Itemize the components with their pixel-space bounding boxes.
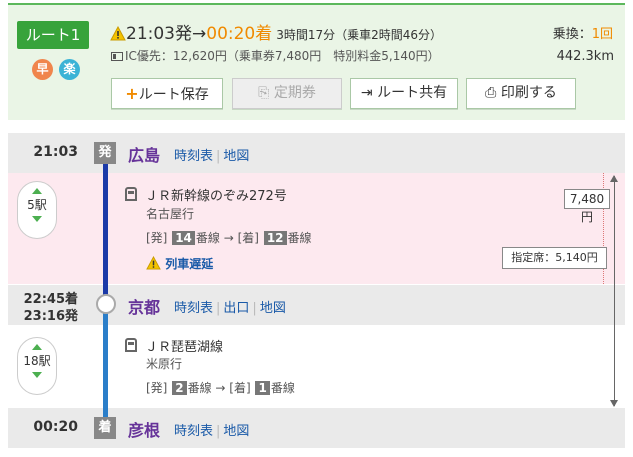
easy-icon: 楽 — [59, 59, 80, 80]
duration: 3時間17分（乗車2時間46分） — [276, 28, 443, 42]
map-link[interactable]: 地図 — [223, 149, 249, 164]
station-links: 時刻表 | 地図 — [174, 424, 250, 439]
destination: 名古屋行 — [146, 207, 195, 221]
train-icon — [125, 338, 137, 352]
station-name[interactable]: 彦根 — [128, 417, 160, 441]
map-link[interactable]: 地図 — [260, 301, 286, 316]
delay-notice[interactable]: 列車遅延 — [146, 255, 213, 272]
destination: 米原行 — [146, 357, 183, 371]
depart-time: 23:16発 — [23, 309, 78, 324]
fare-range-arrow — [610, 175, 618, 407]
chevron-down-icon — [32, 216, 42, 222]
platform-info: [発] 2 番線 → [着] 1 番線 — [146, 381, 295, 395]
arrive-mark: 着 — [94, 417, 116, 439]
stop-count-toggle[interactable]: 18駅 — [17, 337, 57, 395]
depart-mark: 発 — [94, 142, 116, 164]
distance: 442.3km — [556, 49, 614, 64]
warning-icon — [146, 255, 161, 271]
stop-count-toggle[interactable]: 5駅 — [17, 181, 57, 239]
ic-card-icon — [111, 52, 123, 61]
route-times: 21:03発→00:20着 3時間17分（乗車2時間46分） — [110, 19, 442, 46]
transfer-node — [96, 294, 116, 314]
route-summary: ルート1 早 楽 21:03発→00:20着 3時間17分（乗車2時間46分） I… — [8, 3, 625, 120]
share-icon: ⇥ — [360, 85, 378, 101]
share-route-button[interactable]: ⇥ ルート共有 — [350, 78, 458, 109]
segment-local — [8, 323, 625, 407]
print-button[interactable]: ⎙ 印刷する — [466, 78, 576, 109]
ticket-price: 7,480円 — [564, 189, 610, 224]
line-name: ＪＲ琵琶湖線 — [145, 340, 224, 355]
map-link[interactable]: 地図 — [223, 424, 249, 439]
station-links: 時刻表 | 出口 | 地図 — [174, 301, 286, 316]
station-name[interactable]: 京都 — [128, 294, 160, 318]
local-line — [103, 312, 108, 417]
timetable-link[interactable]: 時刻表 — [174, 149, 213, 164]
fare-info: IC優先：12,620円（乗車券7,480円 特別料金5,140円） — [111, 47, 440, 64]
exit-link[interactable]: 出口 — [223, 301, 249, 316]
save-route-button[interactable]: +ルート保存 — [111, 78, 223, 109]
station-row-hiroshima: 21:03 発 広島 時刻表 | 地図 — [8, 133, 625, 173]
plus-icon: + — [125, 84, 139, 103]
fare-text: IC優先：12,620円（乗車券7,480円 特別料金5,140円） — [125, 49, 440, 63]
arrive-time: 00:20着 — [206, 24, 273, 44]
timetable-link[interactable]: 時刻表 — [174, 424, 213, 439]
timetable-link[interactable]: 時刻表 — [174, 301, 213, 316]
station-links: 時刻表 | 地図 — [174, 149, 250, 164]
stop-count: 5駅 — [27, 198, 47, 212]
chevron-down-icon — [32, 372, 42, 378]
route-label[interactable]: ルート1 — [17, 21, 89, 49]
station-name[interactable]: 広島 — [128, 142, 160, 166]
commuter-pass-button[interactable]: ⎘ 定期券 — [232, 78, 342, 109]
fast-icon: 早 — [32, 59, 53, 80]
warning-icon — [110, 25, 126, 46]
printer-icon: ⎙ — [485, 85, 501, 101]
arrive-time: 00:20 — [33, 419, 78, 435]
depart-time: 21:03発 — [126, 24, 192, 44]
transfer-info: 乗換：1回 — [553, 23, 613, 42]
arrow-icon: → — [192, 24, 207, 44]
reserved-seat-price: 指定席：5,140円 — [502, 247, 607, 269]
stop-count: 18駅 — [23, 354, 51, 368]
platform-info: [発] 14 番線 → [着] 12 番線 — [146, 231, 312, 245]
pass-icon: ⎘ — [258, 85, 274, 101]
train-icon — [125, 187, 137, 201]
transfer-label: 乗換： — [552, 27, 592, 42]
depart-time: 21:03 — [33, 144, 78, 160]
line-name: ＪＲ新幹線のぞみ272号 — [145, 189, 287, 204]
station-row-hikone: 00:20 着 彦根 時刻表 | 地図 — [8, 408, 625, 448]
shinkansen-line — [103, 164, 108, 298]
transfer-count: 1回 — [591, 27, 613, 42]
